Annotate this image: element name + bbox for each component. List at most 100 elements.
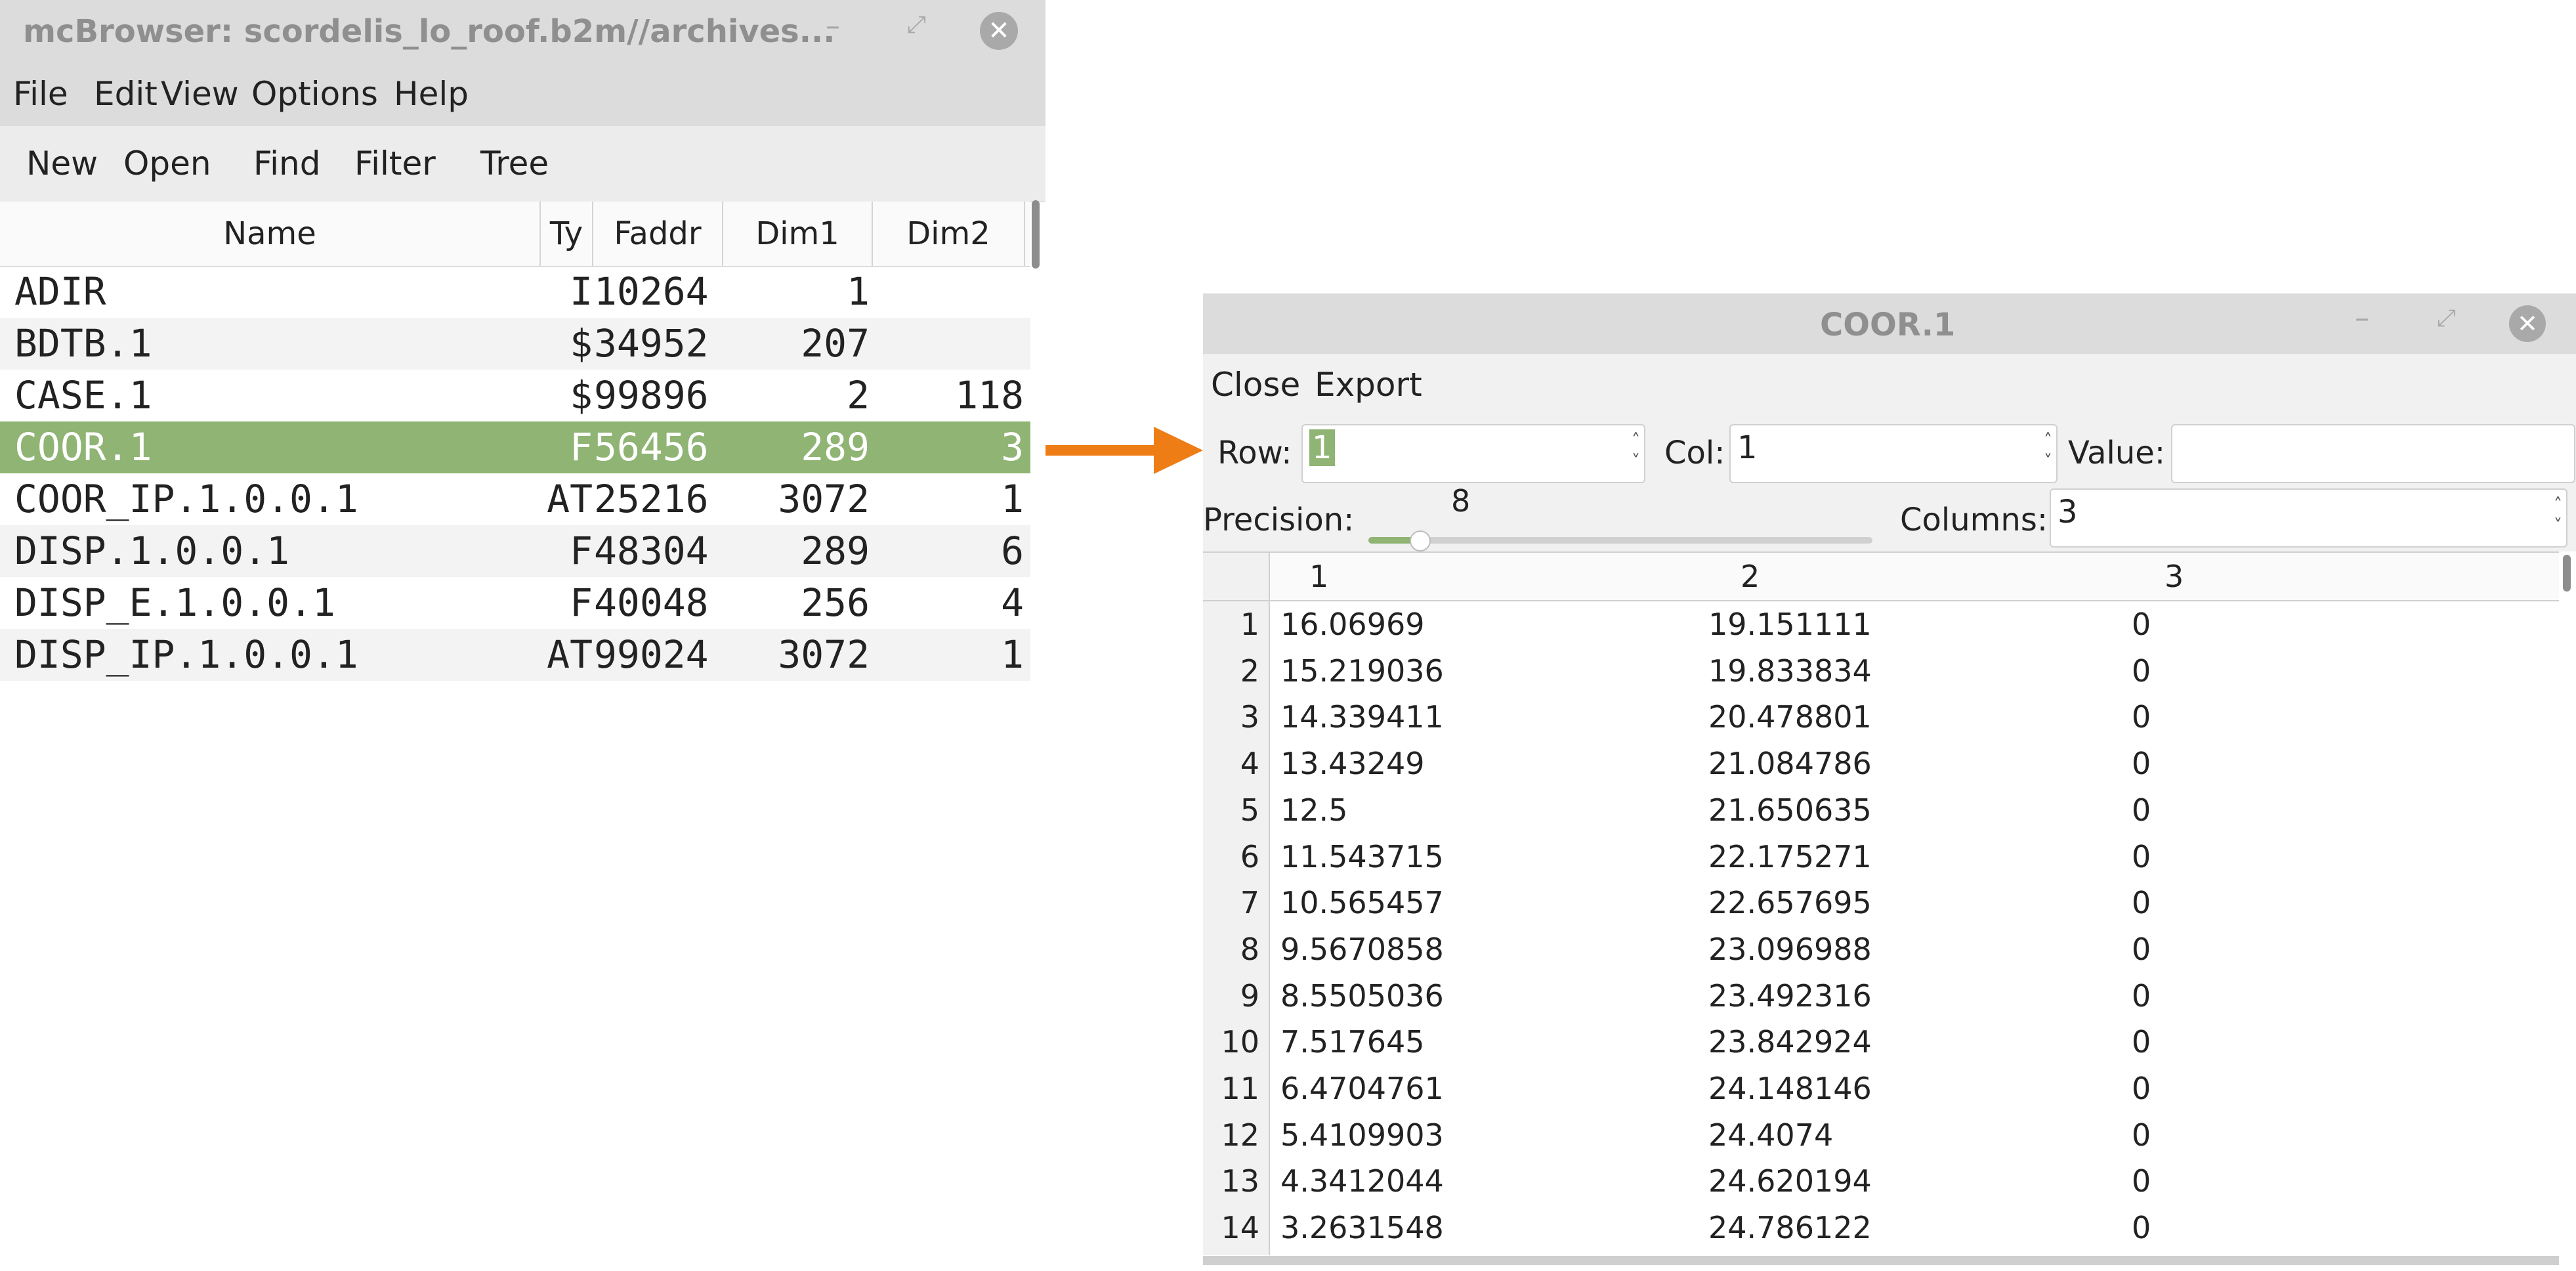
grid-cell[interactable]: 0 [2132, 973, 2151, 1019]
close-icon[interactable]: ✕ [2509, 305, 2546, 342]
grid-row[interactable]: 7 10.565457 22.657695 0 [1203, 880, 2559, 926]
table-row[interactable]: DISP_IP.1.0.0.1 AT 99024 3072 1 [0, 629, 1030, 681]
grid-row-number[interactable]: 3 [1203, 694, 1259, 740]
grid-cell[interactable]: 20.478801 [1708, 694, 1872, 740]
col-value[interactable]: 1 [1737, 429, 1758, 466]
grid-cell[interactable]: 15.219036 [1280, 648, 1444, 694]
maximize-icon[interactable]: ⤢ [2437, 307, 2456, 330]
precision-slider[interactable] [1368, 537, 1872, 544]
grid-row[interactable]: 10 7.517645 23.842924 0 [1203, 1019, 2559, 1066]
grid-row[interactable]: 6 11.543715 22.175271 0 [1203, 834, 2559, 880]
grid-cell[interactable]: 23.096988 [1708, 926, 1872, 972]
grid-cell[interactable]: 6.4704761 [1280, 1066, 1444, 1111]
grid-cell[interactable]: 0 [2132, 1158, 2151, 1204]
grid-cell[interactable]: 0 [2132, 1112, 2151, 1158]
grid-cell[interactable]: 0 [2132, 926, 2151, 972]
grid-row[interactable]: 2 15.219036 19.833834 0 [1203, 648, 2559, 695]
grid-cell[interactable]: 3.2631548 [1280, 1205, 1444, 1251]
grid-row-number[interactable]: 6 [1203, 834, 1259, 880]
row-value[interactable]: 1 [1309, 429, 1335, 466]
grid-cell[interactable]: 0 [2132, 741, 2151, 786]
grid-cell[interactable]: 12.5 [1280, 787, 1347, 833]
table-row[interactable]: ADIR I 10264 1 [0, 266, 1030, 318]
close-icon[interactable]: ✕ [980, 12, 1018, 50]
minimize-icon[interactable]: – [2355, 304, 2369, 333]
menu-view[interactable]: View [161, 75, 239, 113]
grid-row-number[interactable]: 2 [1203, 648, 1259, 694]
column-header-type[interactable]: Ty [541, 202, 593, 266]
table-row[interactable]: BDTB.1 $ 34952 207 [0, 318, 1030, 370]
grid-cell[interactable]: 0 [2132, 834, 2151, 880]
grid-cell[interactable]: 5.4109903 [1280, 1112, 1444, 1158]
menu-edit[interactable]: Edit [94, 75, 158, 113]
filter-button[interactable]: Filter [354, 144, 436, 183]
grid-corner[interactable] [1203, 553, 1270, 601]
grid-cell[interactable]: 4.3412044 [1280, 1158, 1444, 1204]
grid-row-number[interactable]: 7 [1203, 880, 1259, 926]
grid-cell[interactable]: 0 [2132, 694, 2151, 740]
grid-cell[interactable]: 19.833834 [1708, 648, 1872, 694]
grid-cell[interactable]: 0 [2132, 787, 2151, 833]
grid-row-number[interactable]: 13 [1203, 1158, 1259, 1204]
new-button[interactable]: New [26, 144, 98, 183]
spin-up-icon[interactable]: ˄ [2044, 431, 2052, 450]
grid-cell[interactable]: 9.5670858 [1280, 926, 1444, 972]
grid-row[interactable]: 13 4.3412044 24.620194 0 [1203, 1158, 2559, 1205]
spin-down-icon[interactable]: ˅ [1632, 452, 1640, 471]
precision-slider-handle[interactable] [1410, 530, 1431, 551]
grid-cell[interactable]: 0 [2132, 648, 2151, 694]
grid-cell[interactable]: 24.4074 [1708, 1112, 1833, 1158]
grid-cell[interactable]: 10.565457 [1280, 880, 1444, 926]
column-header-dim1[interactable]: Dim1 [723, 202, 873, 266]
column-header-dim2[interactable]: Dim2 [873, 202, 1025, 266]
grid-column-header[interactable]: 3 [2164, 553, 2184, 600]
grid-row-number[interactable]: 1 [1203, 601, 1259, 647]
grid-row[interactable]: 12 5.4109903 24.4074 0 [1203, 1112, 2559, 1159]
close-menu[interactable]: Close [1211, 366, 1300, 404]
menu-help[interactable]: Help [394, 75, 469, 113]
grid-row[interactable]: 8 9.5670858 23.096988 0 [1203, 926, 2559, 973]
table-row[interactable]: DISP.1.0.0.1 F 48304 289 6 [0, 525, 1030, 577]
grid-cell[interactable]: 23.492316 [1708, 973, 1872, 1019]
menu-options[interactable]: Options [251, 75, 378, 113]
grid-cell[interactable]: 22.175271 [1708, 834, 1872, 880]
grid-cell[interactable]: 16.06969 [1280, 601, 1425, 647]
row-spinbox[interactable]: 1 ˄ ˅ [1301, 424, 1645, 483]
grid-horizontal-scrollbar[interactable] [1203, 1256, 2559, 1265]
maximize-icon[interactable]: ⤢ [907, 13, 926, 37]
tree-button[interactable]: Tree [480, 144, 549, 183]
spin-up-icon[interactable]: ˄ [1632, 431, 1640, 450]
grid-cell[interactable]: 22.657695 [1708, 880, 1872, 926]
grid-cell[interactable]: 19.151111 [1708, 601, 1872, 647]
columns-value[interactable]: 3 [2058, 494, 2078, 530]
export-menu[interactable]: Export [1315, 366, 1422, 404]
grid-row-number[interactable]: 12 [1203, 1112, 1259, 1158]
find-button[interactable]: Find [253, 144, 320, 183]
grid-cell[interactable]: 24.786122 [1708, 1205, 1872, 1251]
table-row-selected[interactable]: COOR.1 F 56456 289 3 [0, 421, 1030, 473]
column-header-name[interactable]: Name [0, 202, 541, 266]
table-row[interactable]: DISP_E.1.0.0.1 F 40048 256 4 [0, 577, 1030, 629]
grid-row-number[interactable]: 5 [1203, 787, 1259, 833]
grid-row-number[interactable]: 4 [1203, 741, 1259, 786]
grid-row[interactable]: 1 16.06969 19.151111 0 [1203, 601, 2559, 648]
grid-row[interactable]: 3 14.339411 20.478801 0 [1203, 694, 2559, 741]
grid-cell[interactable]: 13.43249 [1280, 741, 1425, 786]
grid-row-number[interactable]: 9 [1203, 973, 1259, 1019]
col-spinbox[interactable]: 1 ˄ ˅ [1729, 424, 2058, 483]
grid-cell[interactable]: 24.620194 [1708, 1158, 1872, 1204]
grid-row-number[interactable]: 8 [1203, 926, 1259, 972]
grid-cell[interactable]: 0 [2132, 1205, 2151, 1251]
column-header-faddr[interactable]: Faddr [593, 202, 723, 266]
vertical-scrollbar[interactable] [1032, 200, 1040, 269]
grid-row[interactable]: 11 6.4704761 24.148146 0 [1203, 1066, 2559, 1112]
spin-down-icon[interactable]: ˅ [2044, 452, 2052, 471]
table-row[interactable]: CASE.1 $ 99896 2 118 [0, 370, 1030, 421]
grid-cell[interactable]: 0 [2132, 1019, 2151, 1065]
menu-file[interactable]: File [13, 75, 68, 113]
grid-vertical-scrollbar[interactable] [2563, 555, 2571, 592]
grid-row-number[interactable]: 10 [1203, 1019, 1259, 1065]
grid-cell[interactable]: 7.517645 [1280, 1019, 1425, 1065]
spin-down-icon[interactable]: ˅ [2554, 516, 2562, 536]
columns-spinbox[interactable]: 3 ˄ ˅ [2050, 488, 2567, 548]
